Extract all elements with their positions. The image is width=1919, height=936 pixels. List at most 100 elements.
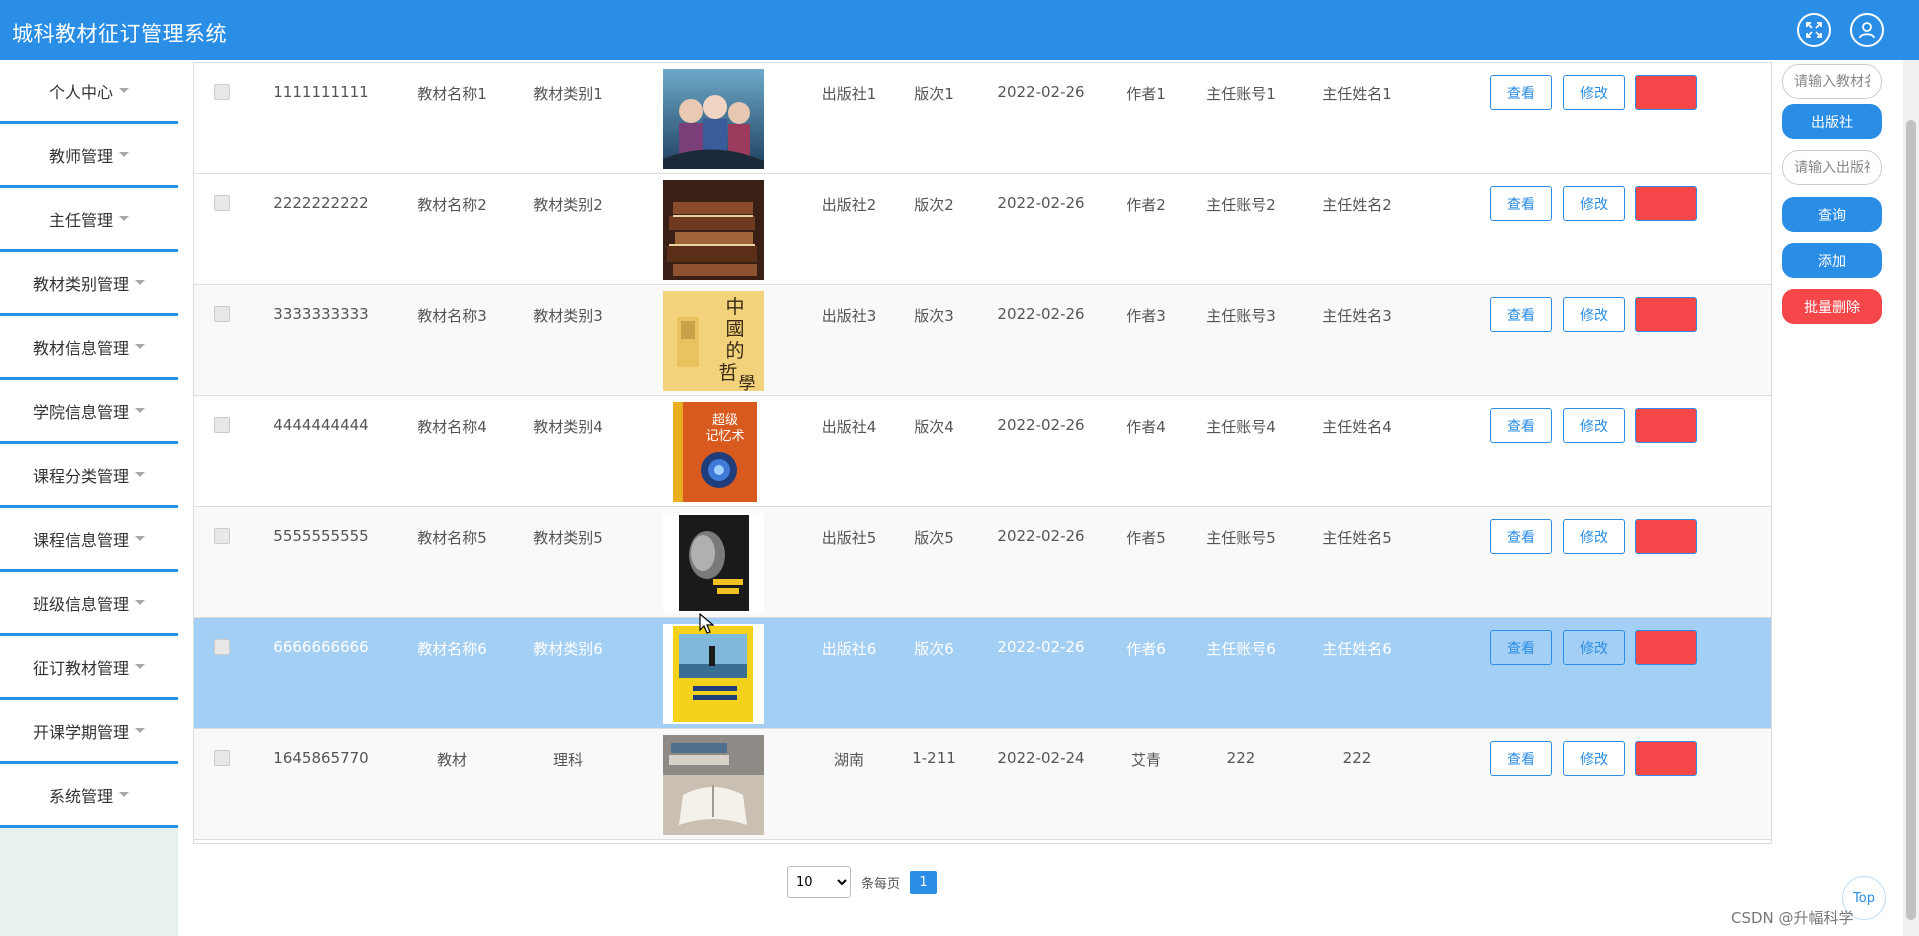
cell-name: 教材名称5 [417, 529, 487, 547]
cell-publisher: 出版社6 [821, 640, 877, 658]
sidebar-item-label: 系统管理 [48, 786, 113, 806]
edit-button[interactable]: 修改 [1563, 408, 1625, 443]
page-number-current[interactable]: 1 [910, 870, 938, 894]
cover-image [663, 513, 764, 613]
sidebar-item-textbook-categories[interactable]: 教材类别管理 [0, 252, 178, 316]
cover-image [663, 69, 764, 169]
cover-image [663, 735, 764, 835]
delete-button[interactable]: 删除 [1635, 186, 1697, 221]
cell-date: 2022-02-26 [997, 638, 1085, 656]
page-size-select[interactable]: 10 [787, 866, 851, 898]
table-row-selected[interactable]: 6666666666 教材名称6 教材类别6 出版社6 版次6 2022-02-… [194, 618, 1771, 729]
fullscreen-icon[interactable] [1797, 13, 1831, 47]
row-checkbox[interactable] [214, 750, 230, 766]
cell-edition: 1-211 [912, 749, 956, 767]
view-button[interactable]: 查看 [1490, 519, 1552, 554]
cell-category: 教材类别6 [533, 640, 603, 658]
view-button[interactable]: 查看 [1490, 741, 1552, 776]
cell-publisher: 出版社1 [821, 85, 877, 103]
cell-date: 2022-02-26 [997, 194, 1085, 212]
sidebar-item-label: 主任管理 [48, 210, 113, 230]
edit-button[interactable]: 修改 [1563, 186, 1625, 221]
sidebar-item-teachers[interactable]: 教师管理 [0, 124, 178, 188]
cover-image: 超级 记忆术 [663, 402, 764, 502]
cell-director-account: 主任账号2 [1206, 196, 1276, 214]
sidebar-item-subscriptions[interactable]: 征订教材管理 [0, 636, 178, 700]
sidebar-item-course-info[interactable]: 课程信息管理 [0, 508, 178, 572]
per-page-label: 条每页 [861, 876, 901, 892]
row-checkbox[interactable] [214, 195, 230, 211]
delete-button[interactable]: 删除 [1635, 297, 1697, 332]
row-checkbox[interactable] [214, 528, 230, 544]
cell-date: 2022-02-26 [997, 305, 1085, 323]
sidebar-item-directors[interactable]: 主任管理 [0, 188, 178, 252]
cell-author: 作者2 [1126, 196, 1166, 214]
app-title: 城科教材征订管理系统 [12, 22, 227, 46]
view-button[interactable]: 查看 [1490, 630, 1552, 665]
pagination: 10 条每页 1 [787, 866, 938, 898]
cell-director-account: 主任账号3 [1206, 307, 1276, 325]
edit-button[interactable]: 修改 [1563, 630, 1625, 665]
sidebar-item-personal-center[interactable]: 个人中心 [0, 60, 178, 124]
cell-code: 4444444444 [273, 416, 369, 434]
edit-button[interactable]: 修改 [1563, 519, 1625, 554]
cell-code: 3333333333 [273, 305, 369, 323]
edit-button[interactable]: 修改 [1563, 297, 1625, 332]
delete-button[interactable]: 删除 [1635, 75, 1697, 110]
table-row[interactable]: 5555555555 教材名称5 教材类别5 出版社5 版次5 2022-02-… [194, 507, 1771, 618]
sidebar-item-label: 开课学期管理 [32, 722, 129, 742]
view-button[interactable]: 查看 [1490, 408, 1552, 443]
cell-author: 作者6 [1126, 640, 1166, 658]
cell-date: 2022-02-26 [997, 527, 1085, 545]
sidebar-item-system[interactable]: 系统管理 [0, 764, 178, 828]
textbook-name-search-input[interactable] [1782, 64, 1882, 99]
caret-down-icon [135, 600, 145, 605]
delete-button[interactable]: 删除 [1635, 519, 1697, 554]
edit-button[interactable]: 修改 [1563, 75, 1625, 110]
cell-director-name: 主任姓名5 [1322, 529, 1392, 547]
sidebar-item-course-categories[interactable]: 课程分类管理 [0, 444, 178, 508]
row-checkbox[interactable] [214, 306, 230, 322]
add-button[interactable]: 添加 [1782, 243, 1882, 278]
user-icon[interactable] [1850, 13, 1884, 47]
row-checkbox[interactable] [214, 417, 230, 433]
batch-delete-button[interactable]: 批量删除 [1782, 289, 1882, 324]
table-row[interactable]: 4444444444 教材名称4 教材类别4 超级 记忆术 出版社4 版次4 2… [194, 396, 1771, 507]
sidebar-item-textbook-info[interactable]: 教材信息管理 [0, 316, 178, 380]
caret-down-icon [119, 152, 129, 157]
cell-director-name: 主任姓名3 [1322, 307, 1392, 325]
delete-button[interactable]: 删除 [1635, 741, 1697, 776]
view-button[interactable]: 查看 [1490, 186, 1552, 221]
table-row[interactable]: 1111111111 教材名称1 教材类别1 出版社1 版次1 2022-02-… [194, 63, 1771, 174]
view-button[interactable]: 查看 [1490, 75, 1552, 110]
table-row[interactable]: 2222222222 教材名称2 教材类别2 出版社2 版次2 2022-02-… [194, 174, 1771, 285]
edit-button[interactable]: 修改 [1563, 741, 1625, 776]
cell-director-name: 主任姓名6 [1322, 640, 1392, 658]
sidebar-item-label: 课程分类管理 [32, 466, 129, 486]
table-row[interactable]: 1645865770 教材 理科 湖南 1-211 2022-02-24 艾青 … [194, 729, 1771, 840]
publisher-search-input[interactable] [1782, 150, 1882, 185]
view-button[interactable]: 查看 [1490, 297, 1552, 332]
cell-director-account: 主任账号6 [1206, 640, 1276, 658]
watermark: CSDN @升幅科学 [1731, 909, 1854, 927]
table-row[interactable]: 3333333333 教材名称3 教材类别3 中 國 的 哲 學 出版社3 版次… [194, 285, 1771, 396]
sidebar-item-semesters[interactable]: 开课学期管理 [0, 700, 178, 764]
cell-edition: 版次6 [914, 640, 954, 658]
cell-publisher: 出版社5 [821, 529, 877, 547]
cell-director-account: 主任账号5 [1206, 529, 1276, 547]
scrollbar-thumb[interactable] [1906, 120, 1916, 920]
caret-down-icon [135, 408, 145, 413]
sidebar-item-class-info[interactable]: 班级信息管理 [0, 572, 178, 636]
cell-publisher: 湖南 [833, 751, 865, 769]
delete-button[interactable]: 删除 [1635, 630, 1697, 665]
cell-code: 2222222222 [273, 194, 369, 212]
delete-button[interactable]: 删除 [1635, 408, 1697, 443]
publisher-filter-button[interactable]: 出版社 [1782, 104, 1882, 139]
cell-publisher: 出版社2 [821, 196, 877, 214]
row-checkbox[interactable] [214, 639, 230, 655]
row-checkbox[interactable] [214, 84, 230, 100]
sidebar-item-college-info[interactable]: 学院信息管理 [0, 380, 178, 444]
search-button[interactable]: 查询 [1782, 197, 1882, 232]
cell-date: 2022-02-26 [997, 416, 1085, 434]
cover-title-line: 记忆术 [705, 428, 744, 444]
